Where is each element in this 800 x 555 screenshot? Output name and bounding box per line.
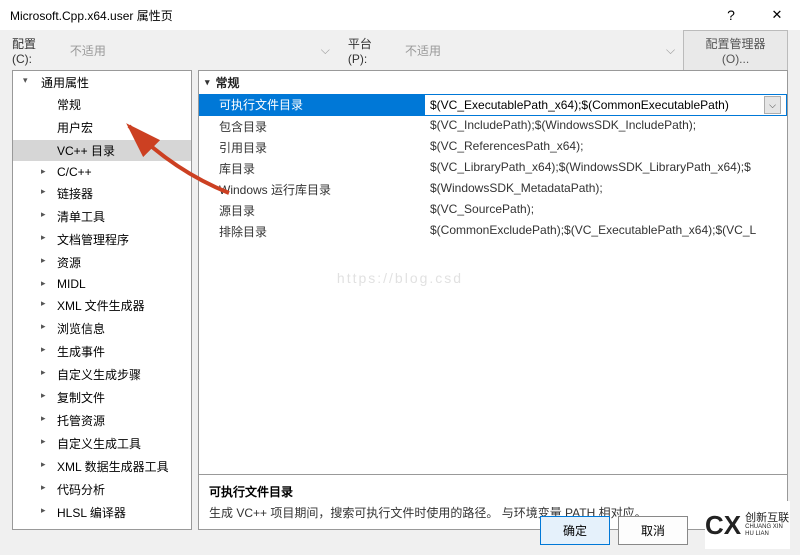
grid-cell-label: Windows 运行库目录 [199, 179, 424, 200]
logo-mark: CX [705, 510, 741, 541]
tree-item[interactable]: XML 数据生成器工具 [13, 456, 191, 477]
grid-row[interactable]: 源目录 $(VC_SourcePath); [199, 200, 787, 221]
tree-item[interactable]: 代码分析 [13, 479, 191, 500]
tree-root[interactable]: 通用属性 [13, 72, 191, 93]
tree-item[interactable]: 托管资源 [13, 410, 191, 431]
tree-item[interactable]: 资源 [13, 252, 191, 273]
platform-label: 平台(P): [348, 35, 391, 66]
grid-row-selected[interactable]: 可执行文件目录 $(VC_ExecutablePath_x64);$(Commo… [199, 94, 787, 116]
chevron-down-icon: ⌵ [666, 43, 675, 58]
tree-item-vcdirs[interactable]: VC++ 目录 [13, 140, 191, 161]
grid-cell-value: $(VC_ReferencesPath_x64); [424, 137, 787, 158]
grid-row[interactable]: 引用目录 $(VC_ReferencesPath_x64); [199, 137, 787, 158]
tree-item[interactable]: 清单工具 [13, 206, 191, 227]
tree-item-general[interactable]: 常规 [13, 94, 191, 115]
logo: CX 创新互联 CHUANG XIN HU LIAN [705, 501, 790, 549]
platform-combo [399, 39, 658, 61]
grid-row[interactable]: 库目录 $(VC_LibraryPath_x64);$(WindowsSDK_L… [199, 158, 787, 179]
grid-cell-label: 库目录 [199, 158, 424, 179]
description-title: 可执行文件目录 [209, 483, 777, 500]
tree-item[interactable]: 生成事件 [13, 341, 191, 362]
grid-row[interactable]: 排除目录 $(CommonExcludePath);$(VC_Executabl… [199, 221, 787, 242]
grid-cell-value[interactable]: $(VC_ExecutablePath_x64);$(CommonExecuta… [424, 94, 787, 116]
grid-cell-value: $(CommonExcludePath);$(VC_ExecutablePath… [424, 221, 787, 242]
cancel-button[interactable]: 取消 [618, 516, 688, 545]
property-grid-pane: ▾ 常规 可执行文件目录 $(VC_ExecutablePath_x64);$(… [198, 70, 788, 530]
logo-text: 创新互联 [745, 512, 790, 524]
tree-item-usermacro[interactable]: 用户宏 [13, 117, 191, 138]
grid-cell-value: $(WindowsSDK_MetadataPath); [424, 179, 787, 200]
tree-item[interactable]: 浏览信息 [13, 318, 191, 339]
config-combo [64, 39, 313, 61]
tree-item[interactable]: XML 文件生成器 [13, 295, 191, 316]
grid-cell-value: $(VC_LibraryPath_x64);$(WindowsSDK_Libra… [424, 158, 787, 179]
tree-item[interactable]: MIDL [13, 275, 191, 293]
grid-cell-label: 排除目录 [199, 221, 424, 242]
logo-subtext: CHUANG XIN HU LIAN [745, 524, 790, 537]
tree-item[interactable]: 自定义生成工具 [13, 433, 191, 454]
grid-cell-label: 包含目录 [199, 116, 424, 137]
chevron-down-icon: ⌵ [321, 43, 330, 58]
tree-item[interactable]: C/C++ [13, 163, 191, 181]
grid-cell-value: $(VC_IncludePath);$(WindowsSDK_IncludePa… [424, 116, 787, 137]
config-manager-button: 配置管理器(O)... [683, 30, 788, 71]
grid-section-header[interactable]: ▾ 常规 [199, 71, 787, 94]
close-button[interactable]: ✕ [754, 0, 800, 30]
tree-item[interactable]: HLSL 编译器 [13, 502, 191, 523]
help-button[interactable]: ? [708, 0, 754, 30]
grid-cell-label: 引用目录 [199, 137, 424, 158]
ok-button[interactable]: 确定 [540, 516, 610, 545]
nav-tree[interactable]: 通用属性 常规 用户宏 VC++ 目录 C/C++ 链接器 清单工具 文档管理程… [12, 70, 192, 530]
dropdown-button[interactable]: ⌵ [764, 96, 781, 114]
grid-cell-label: 源目录 [199, 200, 424, 221]
property-grid: ▾ 常规 可执行文件目录 $(VC_ExecutablePath_x64);$(… [199, 71, 787, 474]
window-title: Microsoft.Cpp.x64.user 属性页 [10, 7, 708, 24]
tree-item[interactable]: 文档管理程序 [13, 229, 191, 250]
toolbar: 配置(C): ⌵ 平台(P): ⌵ 配置管理器(O)... [0, 30, 800, 70]
tree-item[interactable]: 自定义生成步骤 [13, 364, 191, 385]
content-pane: 通用属性 常规 用户宏 VC++ 目录 C/C++ 链接器 清单工具 文档管理程… [0, 70, 800, 530]
config-label: 配置(C): [12, 35, 56, 66]
grid-row[interactable]: 包含目录 $(VC_IncludePath);$(WindowsSDK_Incl… [199, 116, 787, 137]
grid-cell-value: $(VC_SourcePath); [424, 200, 787, 221]
tree-item[interactable]: 复制文件 [13, 387, 191, 408]
chevron-down-icon: ▾ [205, 77, 210, 88]
tree-item[interactable]: 链接器 [13, 183, 191, 204]
title-bar: Microsoft.Cpp.x64.user 属性页 ? ✕ [0, 0, 800, 30]
grid-row[interactable]: Windows 运行库目录 $(WindowsSDK_MetadataPath)… [199, 179, 787, 200]
grid-section-title: 常规 [216, 74, 240, 91]
grid-cell-label: 可执行文件目录 [199, 94, 424, 116]
